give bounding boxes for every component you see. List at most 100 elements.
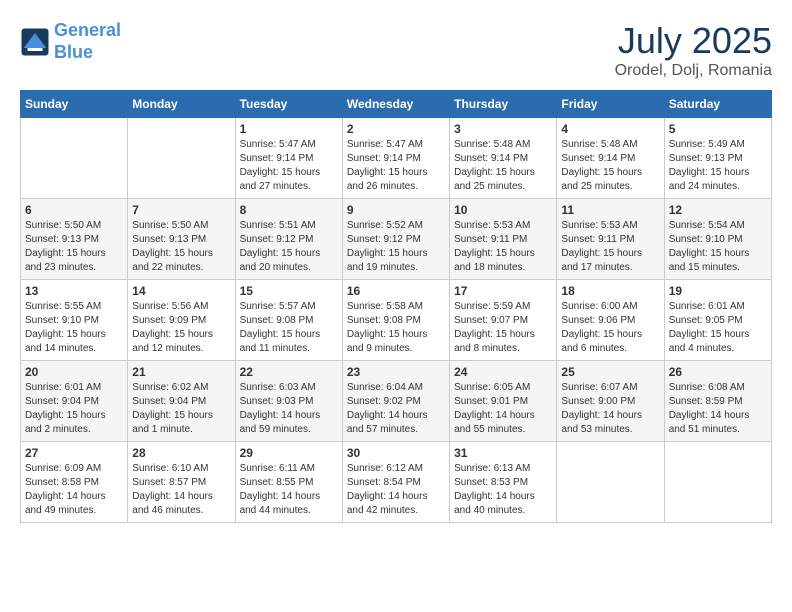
header-row: SundayMondayTuesdayWednesdayThursdayFrid… bbox=[21, 91, 772, 118]
day-info: Sunrise: 5:48 AM Sunset: 9:14 PM Dayligh… bbox=[454, 138, 552, 194]
day-number: 5 bbox=[669, 122, 767, 136]
day-number: 18 bbox=[561, 284, 659, 298]
day-info: Sunrise: 5:56 AM Sunset: 9:09 PM Dayligh… bbox=[132, 300, 230, 356]
day-info: Sunrise: 6:02 AM Sunset: 9:04 PM Dayligh… bbox=[132, 381, 230, 437]
week-row-2: 6 Sunrise: 5:50 AM Sunset: 9:13 PM Daylig… bbox=[21, 199, 772, 280]
calendar-cell: 30 Sunrise: 6:12 AM Sunset: 8:54 PM Dayli… bbox=[342, 442, 449, 523]
day-info: Sunrise: 5:47 AM Sunset: 9:14 PM Dayligh… bbox=[240, 138, 338, 194]
calendar-cell: 22Sunrise: 6:03 AM Sunset: 9:03 PM Dayli… bbox=[235, 361, 342, 442]
calendar-cell: 13 Sunrise: 5:55 AM Sunset: 9:10 PM Dayli… bbox=[21, 280, 128, 361]
day-number: 6 bbox=[25, 203, 123, 217]
col-header-sunday: Sunday bbox=[21, 91, 128, 118]
calendar-cell: 11 Sunrise: 5:53 AM Sunset: 9:11 PM Dayli… bbox=[557, 199, 664, 280]
calendar-cell: 15 Sunrise: 5:57 AM Sunset: 9:08 PM Dayli… bbox=[235, 280, 342, 361]
day-info: Sunrise: 6:13 AM Sunset: 8:53 PM Dayligh… bbox=[454, 462, 552, 518]
calendar-cell: 2 Sunrise: 5:47 AM Sunset: 9:14 PM Daylig… bbox=[342, 118, 449, 199]
logo-icon bbox=[20, 27, 50, 57]
day-number: 13 bbox=[25, 284, 123, 298]
col-header-saturday: Saturday bbox=[664, 91, 771, 118]
logo: General Blue bbox=[20, 20, 121, 63]
day-number: 9 bbox=[347, 203, 445, 217]
day-info: Sunrise: 5:51 AM Sunset: 9:12 PM Dayligh… bbox=[240, 219, 338, 275]
calendar-cell: 31 Sunrise: 6:13 AM Sunset: 8:53 PM Dayli… bbox=[450, 442, 557, 523]
calendar-cell: 19 Sunrise: 6:01 AM Sunset: 9:05 PM Dayli… bbox=[664, 280, 771, 361]
day-number: 21 bbox=[132, 365, 230, 379]
day-info: Sunrise: 6:03 AM Sunset: 9:03 PM Dayligh… bbox=[240, 381, 338, 437]
day-number: 11 bbox=[561, 203, 659, 217]
day-info: Sunrise: 6:01 AM Sunset: 9:04 PM Dayligh… bbox=[25, 381, 123, 437]
day-info: Sunrise: 5:50 AM Sunset: 9:13 PM Dayligh… bbox=[132, 219, 230, 275]
day-info: Sunrise: 5:50 AM Sunset: 9:13 PM Dayligh… bbox=[25, 219, 123, 275]
day-info: Sunrise: 6:05 AM Sunset: 9:01 PM Dayligh… bbox=[454, 381, 552, 437]
calendar-cell bbox=[664, 442, 771, 523]
day-info: Sunrise: 5:49 AM Sunset: 9:13 PM Dayligh… bbox=[669, 138, 767, 194]
location: Orodel, Dolj, Romania bbox=[615, 62, 772, 80]
calendar-cell: 3Sunrise: 5:48 AM Sunset: 9:14 PM Daylig… bbox=[450, 118, 557, 199]
calendar-cell: 16 Sunrise: 5:58 AM Sunset: 9:08 PM Dayli… bbox=[342, 280, 449, 361]
calendar-cell: 6 Sunrise: 5:50 AM Sunset: 9:13 PM Daylig… bbox=[21, 199, 128, 280]
logo-text: General Blue bbox=[54, 20, 121, 63]
calendar-cell: 28Sunrise: 6:10 AM Sunset: 8:57 PM Dayli… bbox=[128, 442, 235, 523]
day-number: 29 bbox=[240, 446, 338, 460]
day-number: 15 bbox=[240, 284, 338, 298]
day-info: Sunrise: 6:12 AM Sunset: 8:54 PM Dayligh… bbox=[347, 462, 445, 518]
calendar-cell bbox=[128, 118, 235, 199]
calendar-cell: 29Sunrise: 6:11 AM Sunset: 8:55 PM Dayli… bbox=[235, 442, 342, 523]
day-number: 7 bbox=[132, 203, 230, 217]
calendar-cell: 1 Sunrise: 5:47 AM Sunset: 9:14 PM Daylig… bbox=[235, 118, 342, 199]
day-info: Sunrise: 6:09 AM Sunset: 8:58 PM Dayligh… bbox=[25, 462, 123, 518]
day-number: 31 bbox=[454, 446, 552, 460]
calendar-cell: 8 Sunrise: 5:51 AM Sunset: 9:12 PM Daylig… bbox=[235, 199, 342, 280]
week-row-1: 1 Sunrise: 5:47 AM Sunset: 9:14 PM Daylig… bbox=[21, 118, 772, 199]
day-number: 2 bbox=[347, 122, 445, 136]
day-info: Sunrise: 5:53 AM Sunset: 9:11 PM Dayligh… bbox=[454, 219, 552, 275]
day-info: Sunrise: 5:47 AM Sunset: 9:14 PM Dayligh… bbox=[347, 138, 445, 194]
calendar-cell: 17Sunrise: 5:59 AM Sunset: 9:07 PM Dayli… bbox=[450, 280, 557, 361]
calendar-cell: 23Sunrise: 6:04 AM Sunset: 9:02 PM Dayli… bbox=[342, 361, 449, 442]
day-number: 4 bbox=[561, 122, 659, 136]
day-info: Sunrise: 6:10 AM Sunset: 8:57 PM Dayligh… bbox=[132, 462, 230, 518]
calendar-cell: 5 Sunrise: 5:49 AM Sunset: 9:13 PM Daylig… bbox=[664, 118, 771, 199]
day-number: 1 bbox=[240, 122, 338, 136]
week-row-4: 20 Sunrise: 6:01 AM Sunset: 9:04 PM Dayli… bbox=[21, 361, 772, 442]
calendar-cell: 10 Sunrise: 5:53 AM Sunset: 9:11 PM Dayli… bbox=[450, 199, 557, 280]
title-block: July 2025 Orodel, Dolj, Romania bbox=[615, 20, 772, 80]
week-row-3: 13 Sunrise: 5:55 AM Sunset: 9:10 PM Dayli… bbox=[21, 280, 772, 361]
day-number: 16 bbox=[347, 284, 445, 298]
day-info: Sunrise: 6:00 AM Sunset: 9:06 PM Dayligh… bbox=[561, 300, 659, 356]
page-header: General Blue July 2025 Orodel, Dolj, Rom… bbox=[20, 20, 772, 80]
day-number: 14 bbox=[132, 284, 230, 298]
day-number: 19 bbox=[669, 284, 767, 298]
calendar-cell: 25 Sunrise: 6:07 AM Sunset: 9:00 PM Dayli… bbox=[557, 361, 664, 442]
col-header-tuesday: Tuesday bbox=[235, 91, 342, 118]
day-info: Sunrise: 5:57 AM Sunset: 9:08 PM Dayligh… bbox=[240, 300, 338, 356]
calendar-cell: 4 Sunrise: 5:48 AM Sunset: 9:14 PM Daylig… bbox=[557, 118, 664, 199]
day-info: Sunrise: 5:58 AM Sunset: 9:08 PM Dayligh… bbox=[347, 300, 445, 356]
day-number: 25 bbox=[561, 365, 659, 379]
calendar-cell: 7 Sunrise: 5:50 AM Sunset: 9:13 PM Daylig… bbox=[128, 199, 235, 280]
col-header-friday: Friday bbox=[557, 91, 664, 118]
col-header-wednesday: Wednesday bbox=[342, 91, 449, 118]
calendar-cell bbox=[557, 442, 664, 523]
day-info: Sunrise: 5:53 AM Sunset: 9:11 PM Dayligh… bbox=[561, 219, 659, 275]
day-number: 10 bbox=[454, 203, 552, 217]
calendar-cell: 27Sunrise: 6:09 AM Sunset: 8:58 PM Dayli… bbox=[21, 442, 128, 523]
calendar-cell: 26Sunrise: 6:08 AM Sunset: 8:59 PM Dayli… bbox=[664, 361, 771, 442]
calendar-cell: 20 Sunrise: 6:01 AM Sunset: 9:04 PM Dayli… bbox=[21, 361, 128, 442]
day-info: Sunrise: 5:55 AM Sunset: 9:10 PM Dayligh… bbox=[25, 300, 123, 356]
day-number: 8 bbox=[240, 203, 338, 217]
calendar-cell bbox=[21, 118, 128, 199]
calendar-cell: 24 Sunrise: 6:05 AM Sunset: 9:01 PM Dayli… bbox=[450, 361, 557, 442]
day-number: 20 bbox=[25, 365, 123, 379]
day-info: Sunrise: 6:07 AM Sunset: 9:00 PM Dayligh… bbox=[561, 381, 659, 437]
day-number: 30 bbox=[347, 446, 445, 460]
day-info: Sunrise: 5:54 AM Sunset: 9:10 PM Dayligh… bbox=[669, 219, 767, 275]
calendar-cell: 14 Sunrise: 5:56 AM Sunset: 9:09 PM Dayli… bbox=[128, 280, 235, 361]
col-header-thursday: Thursday bbox=[450, 91, 557, 118]
day-info: Sunrise: 6:01 AM Sunset: 9:05 PM Dayligh… bbox=[669, 300, 767, 356]
day-number: 23 bbox=[347, 365, 445, 379]
day-number: 24 bbox=[454, 365, 552, 379]
day-info: Sunrise: 5:52 AM Sunset: 9:12 PM Dayligh… bbox=[347, 219, 445, 275]
calendar-cell: 18 Sunrise: 6:00 AM Sunset: 9:06 PM Dayli… bbox=[557, 280, 664, 361]
day-info: Sunrise: 5:48 AM Sunset: 9:14 PM Dayligh… bbox=[561, 138, 659, 194]
